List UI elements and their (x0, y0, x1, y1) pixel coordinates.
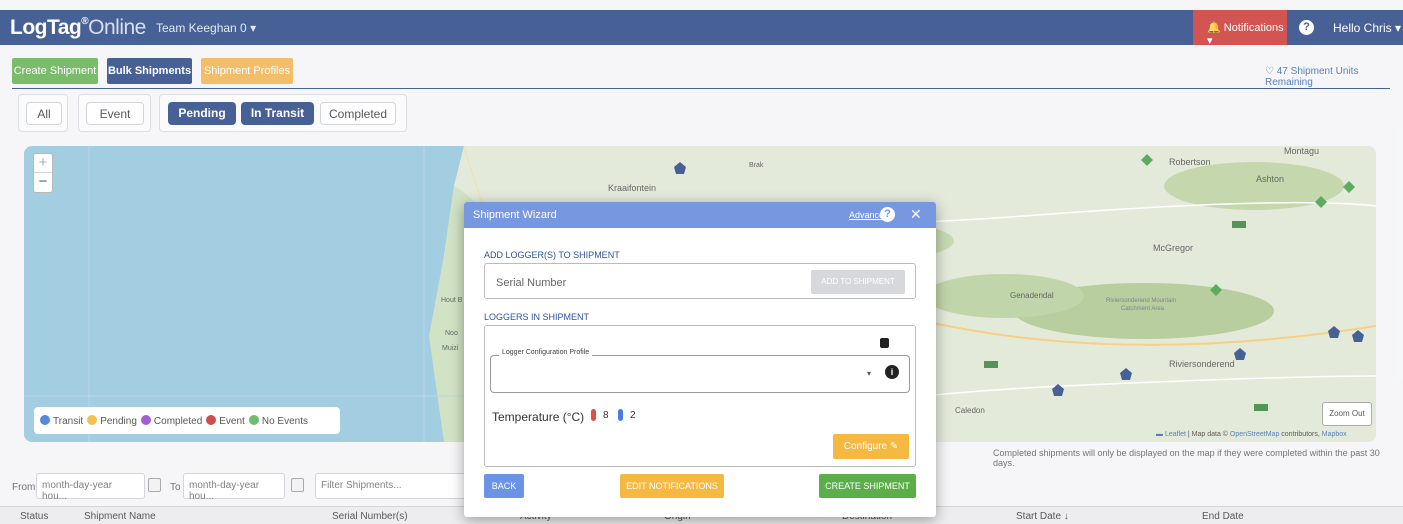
close-icon[interactable]: ✕ (910, 206, 922, 223)
loggers-in-shipment-heading: LOGGERS IN SHIPMENT (484, 312, 590, 322)
add-loggers-heading: ADD LOGGER(S) TO SHIPMENT (484, 250, 620, 260)
back-button[interactable]: BACK (484, 474, 524, 498)
add-to-shipment-button[interactable]: ADD TO SHIPMENT (811, 270, 905, 294)
info-icon[interactable]: i (885, 365, 899, 379)
configure-button[interactable]: Configure ✎ (833, 434, 909, 459)
temperature-low-value: 2 (630, 410, 636, 421)
device-icon[interactable] (880, 338, 889, 348)
modal-header: Shipment Wizard Advanced ? ✕ (464, 202, 936, 228)
create-shipment-modal-button[interactable]: CREATE SHIPMENT (819, 474, 916, 498)
chevron-down-icon[interactable]: ▾ (867, 369, 871, 378)
shipment-wizard-modal: Shipment Wizard Advanced ? ✕ ADD LOGGER(… (464, 202, 936, 517)
temperature-high-value: 8 (603, 410, 609, 421)
edit-notifications-button[interactable]: EDIT NOTIFICATIONS (620, 474, 724, 498)
help-icon[interactable]: ? (880, 207, 895, 222)
serial-number-input[interactable]: Serial Number (496, 277, 566, 289)
serial-number-box: Serial Number ADD TO SHIPMENT (484, 263, 916, 299)
temperature-label: Temperature (°C) (492, 410, 585, 424)
logger-profile-select[interactable] (490, 355, 910, 393)
thermometer-high-icon (591, 409, 596, 421)
modal-title: Shipment Wizard (473, 209, 557, 221)
thermometer-low-icon (618, 409, 623, 421)
logger-profile-label: Logger Configuration Profile (499, 349, 593, 356)
